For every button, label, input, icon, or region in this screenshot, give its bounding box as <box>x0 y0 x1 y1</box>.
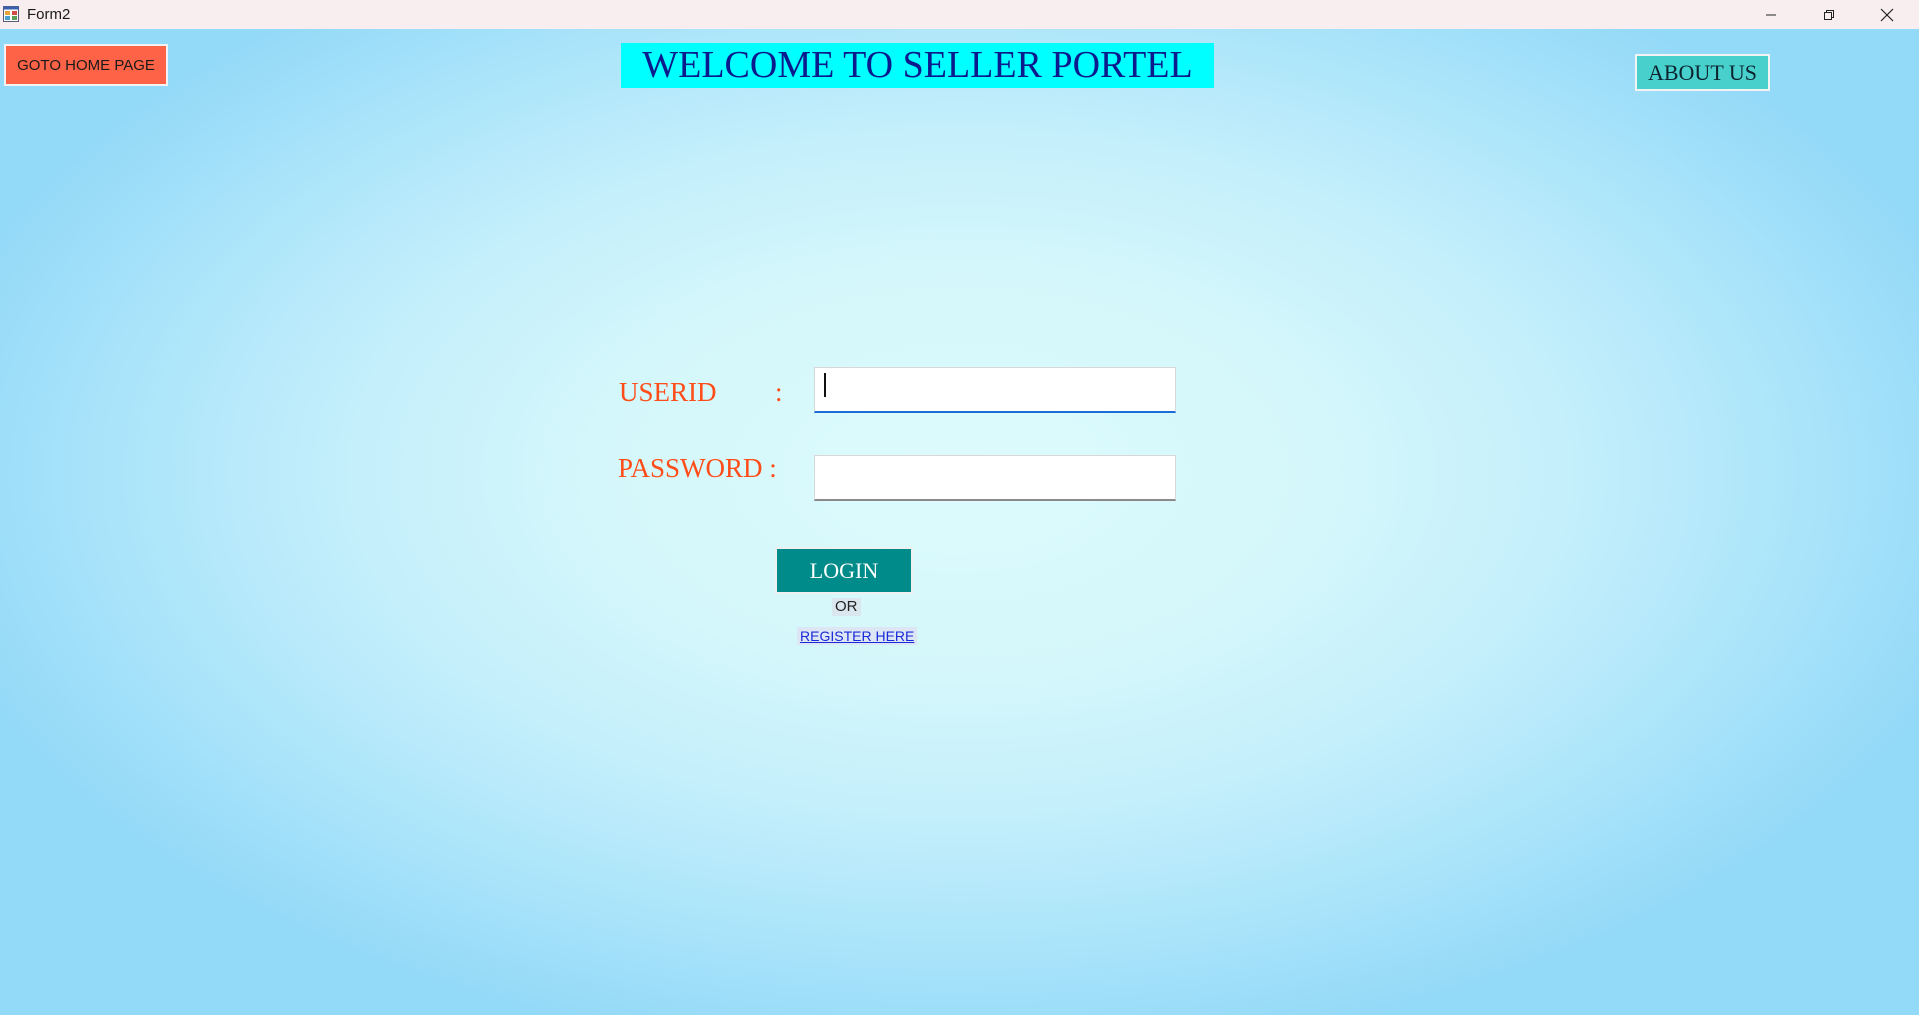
password-label: PASSWORD : <box>618 453 777 483</box>
userid-label: USERID <box>619 377 717 407</box>
password-input[interactable] <box>814 455 1176 501</box>
or-separator-label: OR <box>832 598 861 616</box>
restore-button[interactable] <box>1800 0 1858 29</box>
app-window: Form2 GOTO HOME PAGE WELCOME TO SELLER P… <box>0 0 1919 1015</box>
userid-input[interactable] <box>814 367 1176 413</box>
form-client-area <box>0 29 1919 1015</box>
text-caret <box>824 373 826 397</box>
goto-home-page-button[interactable]: GOTO HOME PAGE <box>4 44 168 86</box>
app-form-icon <box>3 6 19 22</box>
title-bar: Form2 <box>0 0 1919 29</box>
userid-label-colon: : <box>775 377 783 407</box>
register-here-link[interactable]: REGISTER HERE <box>797 627 918 645</box>
minimize-button[interactable] <box>1742 0 1800 29</box>
minimize-icon <box>1766 14 1776 15</box>
close-button[interactable] <box>1858 0 1916 29</box>
page-title: WELCOME TO SELLER PORTEL <box>621 43 1214 88</box>
about-us-button[interactable]: ABOUT US <box>1635 54 1770 91</box>
window-title: Form2 <box>27 6 71 23</box>
restore-icon <box>1824 9 1834 20</box>
login-button[interactable]: LOGIN <box>775 547 913 594</box>
close-icon <box>1880 8 1894 21</box>
